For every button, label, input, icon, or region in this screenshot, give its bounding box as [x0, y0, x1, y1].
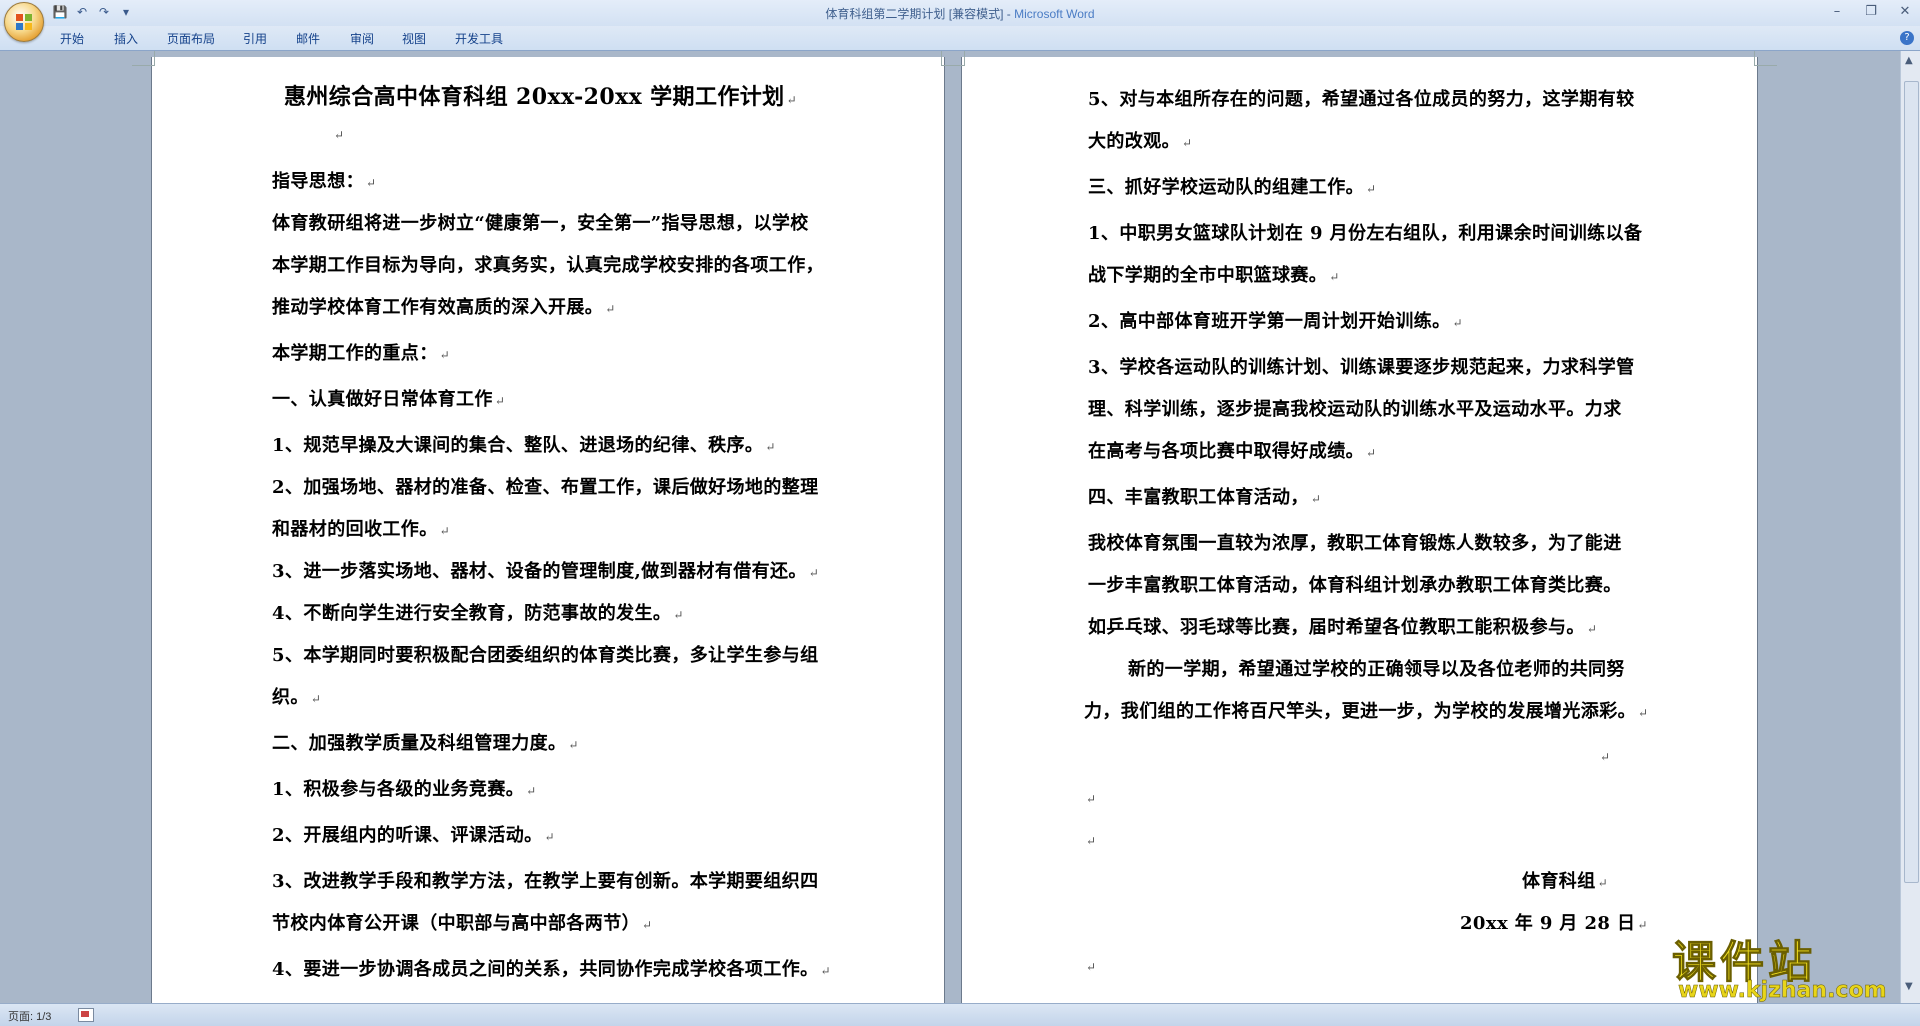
- title-bar: 💾 ↶ ↷ ▾ 体育科组第二学期计划 [兼容模式] - Microsoft Wo…: [0, 0, 1920, 27]
- tab-page-layout[interactable]: 页面布局: [167, 30, 215, 47]
- section-heading: 一、认真做好日常体育工作 ↵: [272, 389, 506, 410]
- paragraph-line: 一步丰富教职工体育活动，体育科组计划承办教职工体育类比赛。: [1088, 575, 1622, 596]
- crop-mark: [132, 51, 155, 66]
- paragraph-line: 体育教研组将进一步树立“健康第一，安全第一”指导思想，以学校: [272, 213, 809, 234]
- document-page-2[interactable]: 5、对与本组所存在的问题，希望通过各位成员的努力，这学期有较 大的改观。 ↵ 三、…: [942, 51, 1777, 1003]
- document-title: 体育科组第二学期计划 [兼容模式]: [825, 7, 1004, 21]
- section-heading: 四、丰富教职工体育活动， ↵: [1088, 487, 1322, 508]
- watermark: 课件站 www.kjzhan.com: [1672, 926, 1912, 1006]
- paragraph-line: 1、积极参与各级的业务竞赛。 ↵: [272, 779, 537, 800]
- tab-references[interactable]: 引用: [243, 30, 267, 47]
- signature-date: 20xx 年 9 月 28 日 ↵: [1460, 913, 1648, 934]
- paragraph-line: 力，我们组的工作将百尺竿头，更进一步，为学校的发展增光添彩。 ↵: [1084, 701, 1649, 722]
- paragraph-line: 2、高中部体育班开学第一周计划开始训练。 ↵: [1088, 311, 1463, 332]
- paragraph-line: 1、中职男女篮球队计划在 9 月份左右组队，利用课余时间训练以备: [1088, 223, 1643, 244]
- section-heading: 二、加强教学质量及科组管理力度。 ↵: [272, 733, 579, 754]
- close-icon[interactable]: ✕: [1898, 4, 1912, 19]
- paragraph-line: 在高考与各项比赛中取得好成绩。 ↵: [1088, 441, 1377, 462]
- office-button[interactable]: [4, 2, 44, 42]
- minimize-icon[interactable]: –: [1830, 4, 1844, 19]
- empty-paragraph: ↵: [1086, 960, 1097, 974]
- paragraph-line: 2、开展组内的听课、评课活动。 ↵: [272, 825, 555, 846]
- paragraph-line: 如乒乓球、羽毛球等比赛，届时希望各位教职工能积极参与。 ↵: [1088, 617, 1598, 638]
- paragraph-line: 1、规范早操及大课间的集合、整队、进退场的纪律、秩序。 ↵: [272, 435, 776, 456]
- crop-mark: [942, 51, 965, 66]
- paragraph-line: 战下学期的全市中职篮球赛。 ↵: [1088, 265, 1340, 286]
- paragraph-line: 本学期工作目标为导向，求真务实，认真完成学校安排的各项工作，: [272, 255, 824, 276]
- tab-insert[interactable]: 插入: [114, 30, 138, 47]
- tab-review[interactable]: 审阅: [350, 30, 374, 47]
- signature-department: 体育科组 ↵: [1522, 871, 1609, 892]
- paragraph-line: 5、本学期同时要积极配合团委组织的体育类比赛，多让学生参与组: [272, 645, 819, 666]
- crop-mark: [1754, 51, 1777, 66]
- page-indicator[interactable]: 页面: 1/3: [8, 1008, 51, 1024]
- restore-icon[interactable]: ❐: [1864, 4, 1878, 19]
- paragraph-line: 4、要进一步协调各成员之间的关系，共同协作完成学校各项工作。 ↵: [272, 959, 831, 980]
- tab-home[interactable]: 开始: [60, 30, 84, 47]
- paragraph-line: 4、不断向学生进行安全教育，防范事故的发生。 ↵: [272, 603, 684, 624]
- empty-paragraph: ↵: [334, 128, 345, 142]
- section-label: 本学期工作的重点： ↵: [272, 343, 451, 364]
- document-page-1[interactable]: 惠州综合高中体育科组 20xx-20xx 学期工作计划 ↵ ↵ 指导思想： ↵ 体育…: [132, 51, 964, 1003]
- paragraph-line: 3、学校各运动队的训练计划、训练课要逐步规范起来，力求科学管: [1088, 357, 1635, 378]
- tab-mailings[interactable]: 邮件: [296, 30, 320, 47]
- section-heading: 三、抓好学校运动队的组建工作。 ↵: [1088, 177, 1377, 198]
- scrollbar-thumb[interactable]: [1904, 81, 1919, 883]
- document-workspace: 惠州综合高中体育科组 20xx-20xx 学期工作计划 ↵ ↵ 指导思想： ↵ 体育…: [0, 51, 1900, 1003]
- window-title: 体育科组第二学期计划 [兼容模式] - Microsoft Word: [825, 7, 1095, 21]
- paragraph-line: 5、对与本组所存在的问题，希望通过各位成员的努力，这学期有较: [1088, 89, 1635, 110]
- proofing-icon[interactable]: [78, 1008, 94, 1022]
- paragraph-line: 和器材的回收工作。 ↵: [272, 519, 451, 540]
- empty-paragraph: ↵: [1086, 792, 1097, 806]
- paragraph-line: 2、加强场地、器材的准备、检查、布置工作，课后做好场地的整理: [272, 477, 819, 498]
- tab-view[interactable]: 视图: [402, 30, 426, 47]
- paragraph-line: 新的一学期，希望通过学校的正确领导以及各位老师的共同努: [1128, 659, 1625, 680]
- document-heading: 惠州综合高中体育科组 20xx-20xx 学期工作计划 ↵: [284, 84, 798, 110]
- window-controls: – ❐ ✕: [1830, 4, 1912, 19]
- watermark-url: www.kjzhan.com: [1678, 978, 1887, 1004]
- app-name: Microsoft Word: [1014, 7, 1095, 21]
- paragraph-line: 大的改观。 ↵: [1088, 131, 1193, 152]
- empty-paragraph: ↵: [1600, 750, 1611, 764]
- scroll-up-icon[interactable]: ▲: [1905, 55, 1913, 66]
- paragraph-line: 推动学校体育工作有效高质的深入开展。 ↵: [272, 297, 616, 318]
- section-label: 指导思想： ↵: [272, 171, 377, 192]
- paragraph-line: 理、科学训练，逐步提高我校运动队的训练水平及运动水平。力求: [1088, 399, 1622, 420]
- ribbon-tabs: 开始 插入 页面布局 引用 邮件 审阅 视图 开发工具 ?: [0, 26, 1920, 51]
- office-logo-icon: [16, 14, 32, 30]
- paragraph-line: 3、改进教学手段和教学方法，在教学上要有创新。本学期要组织四: [272, 871, 819, 892]
- help-icon[interactable]: ?: [1900, 31, 1914, 45]
- paragraph-line: 织。 ↵: [272, 687, 322, 708]
- paragraph-line: 节校内体育公开课（中职部与高中部各两节） ↵: [272, 913, 653, 934]
- paragraph-line: 我校体育氛围一直较为浓厚，教职工体育锻炼人数较多，为了能进: [1088, 533, 1622, 554]
- paragraph-line: 3、进一步落实场地、器材、设备的管理制度,做到器材有借有还。 ↵: [272, 561, 820, 582]
- empty-paragraph: ↵: [1086, 834, 1097, 848]
- tab-developer[interactable]: 开发工具: [455, 30, 503, 47]
- status-bar: 页面: 1/3: [0, 1003, 1920, 1026]
- vertical-scrollbar[interactable]: ▲ ▼: [1900, 51, 1920, 1003]
